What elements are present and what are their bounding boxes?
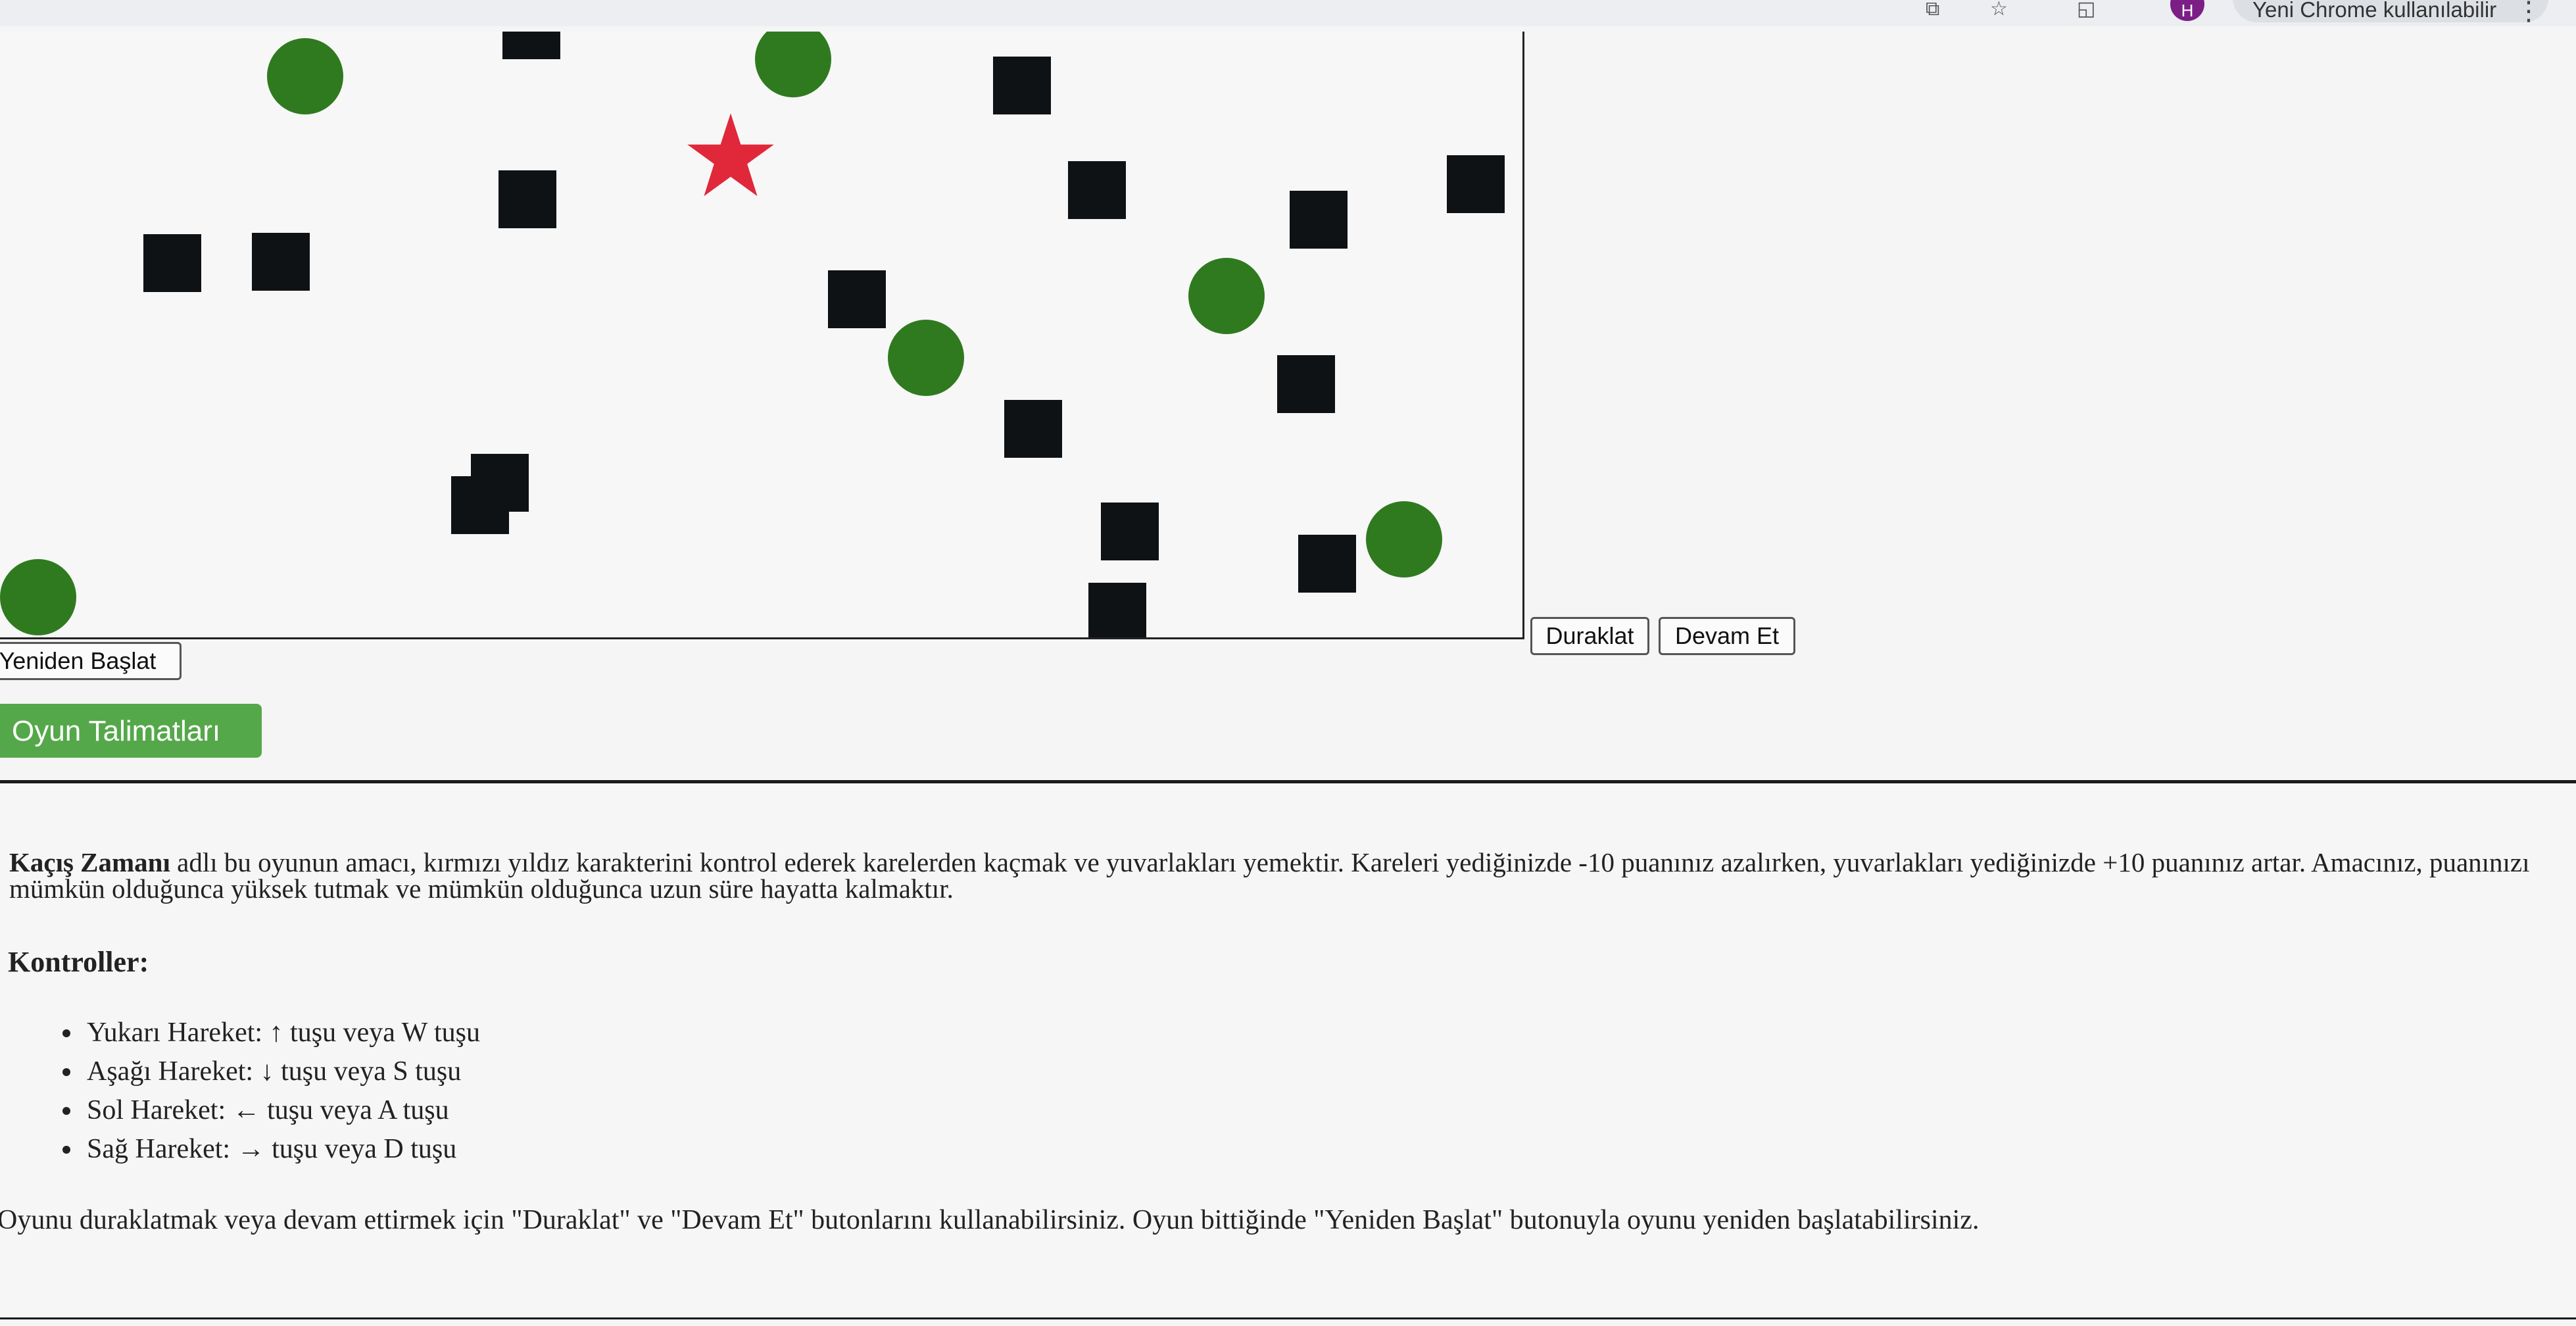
square-enemy [502, 32, 560, 59]
browser-toolbar: ⧉ ☆ ◱ H Yeni Chrome kullanılabilir ⋮ [0, 0, 2576, 28]
square-enemy [1101, 503, 1159, 560]
screen-share-icon[interactable]: ⧉ [1926, 0, 1939, 19]
profile-avatar[interactable]: H [2170, 0, 2204, 21]
square-enemy [143, 234, 201, 292]
circle-food [267, 38, 343, 114]
square-enemy [1447, 155, 1505, 213]
square-enemy [828, 270, 886, 328]
circle-food [1188, 258, 1265, 334]
resume-button[interactable]: Devam Et [1659, 617, 1795, 655]
square-enemy [1277, 355, 1335, 413]
square-enemy [1004, 400, 1062, 458]
square-enemy [993, 57, 1051, 114]
control-item-left: Sol Hareket: ← tuşu veya A tuşu [83, 1091, 480, 1130]
page: Duraklat Devam Et Yeniden Başlat Oyun Ta… [0, 26, 2576, 1326]
intro-paragraph: Kaçış Zamanı adlı bu oyunun amacı, kırmı… [9, 849, 2561, 902]
bookmark-star-icon[interactable]: ☆ [1990, 0, 2008, 19]
restart-button[interactable]: Yeniden Başlat [0, 642, 182, 680]
control-item-right: Sağ Hareket: → tuşu veya D tuşu [83, 1130, 480, 1169]
controls-heading: Kontroller: [8, 946, 149, 978]
intro-text: adlı bu oyunun amacı, kırmızı yıldız kar… [9, 847, 2530, 904]
control-item-down: Aşağı Hareket: ↓ tuşu veya S tuşu [83, 1052, 480, 1091]
control-item-up: Yukarı Hareket: ↑ tuşu veya W tuşu [83, 1014, 480, 1052]
circle-food [888, 320, 964, 396]
circle-food [1366, 501, 1442, 577]
square-enemy [498, 170, 556, 228]
kebab-menu-icon[interactable]: ⋮ [2515, 0, 2542, 26]
square-enemy [1088, 583, 1146, 637]
square-enemy [1290, 191, 1348, 249]
game-canvas[interactable] [0, 32, 1524, 639]
circle-food [0, 559, 76, 635]
controls-list: Yukarı Hareket: ↑ tuşu veya W tuşu Aşağı… [53, 1014, 480, 1169]
square-enemy [451, 476, 509, 534]
square-enemy [252, 233, 310, 291]
square-enemy [1298, 535, 1356, 593]
player-star-icon [687, 113, 774, 197]
instructions-panel: Kaçış Zamanı adlı bu oyunun amacı, kırmı… [0, 780, 2576, 1319]
circle-food [755, 32, 831, 97]
extensions-icon[interactable]: ◱ [2077, 0, 2095, 19]
instructions-button[interactable]: Oyun Talimatları [0, 704, 262, 758]
footer-note: Oyunu duraklatmak veya devam ettirmek iç… [0, 1205, 1980, 1235]
chrome-update-button[interactable]: Yeni Chrome kullanılabilir [2233, 0, 2548, 22]
square-enemy [1068, 161, 1126, 219]
pause-button[interactable]: Duraklat [1530, 617, 1649, 655]
